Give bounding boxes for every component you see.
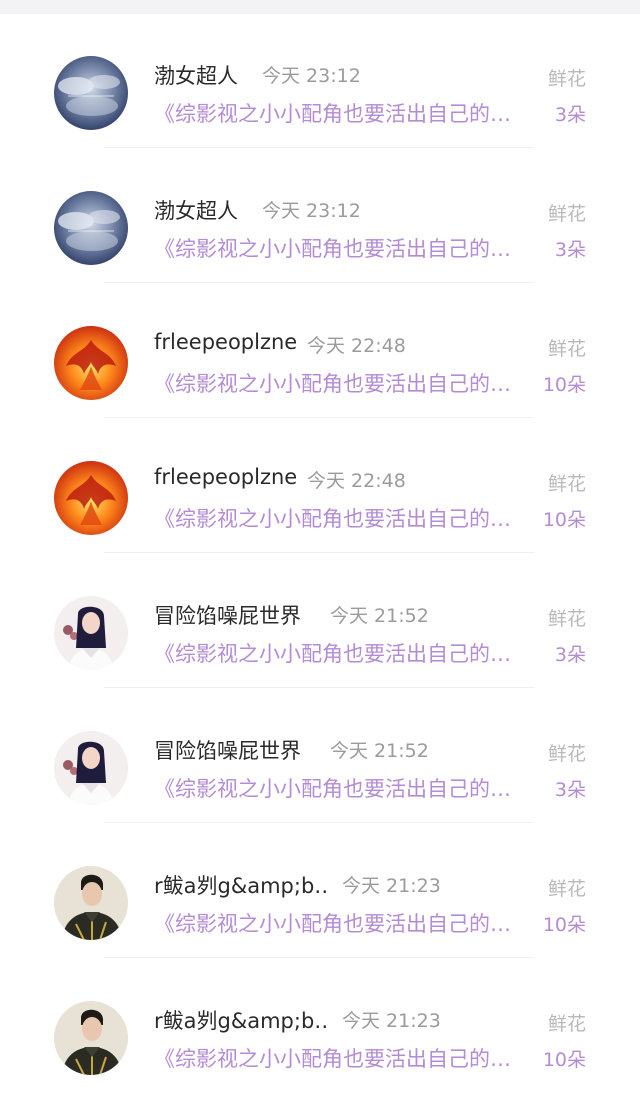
gift-count: 3朵 [554,239,586,261]
phoenix-avatar[interactable] [54,326,128,400]
book-title-link[interactable]: 《综影视之小小配角也要活出自己的精彩》 [154,233,530,263]
gift-type-label: 鲜花 [547,1013,586,1035]
gift-count: 3朵 [554,104,586,126]
user-name: r鲅a刿g&amp;b… [154,874,329,898]
user-name: frleepeoplzne [154,330,298,354]
man-portrait-avatar[interactable] [54,1001,128,1075]
divider [104,687,534,688]
book-title-link[interactable]: 《综影视之小小配角也要活出自己的精彩》 [154,908,530,938]
user-name: frleepeoplzne [154,465,298,489]
gift-count: 3朵 [554,779,586,801]
book-title-link[interactable]: 《综影视之小小配角也要活出自己的精彩》 [154,368,530,398]
man-portrait-avatar[interactable] [54,866,128,940]
gift-type-label: 鲜花 [547,203,586,225]
book-title-link[interactable]: 《综影视之小小配角也要活出自己的精彩》 [154,503,530,533]
sky-clouds-avatar[interactable] [54,191,128,265]
gift-count: 10朵 [542,374,586,396]
book-title-link[interactable]: 《综影视之小小配角也要活出自己的精彩》 [154,1043,530,1073]
gift-type-label: 鲜花 [547,338,586,360]
list-item[interactable]: 渤女超人 今天 23:12 《综影视之小小配角也要活出自己的精彩》 鲜花 3朵 [0,149,640,284]
sky-clouds-avatar[interactable] [54,56,128,130]
gift-type-label: 鲜花 [547,473,586,495]
user-name: 渤女超人 [154,199,238,223]
list-item[interactable]: 渤女超人 今天 23:12 《综影视之小小配角也要活出自己的精彩》 鲜花 3朵 [0,14,640,149]
timestamp: 今天 23:12 [262,200,361,222]
timestamp: 今天 21:23 [342,1010,441,1032]
gift-count: 10朵 [542,914,586,936]
user-name: 冒险馅噪屁世界 [154,604,301,628]
user-name: 渤女超人 [154,64,238,88]
divider [104,822,534,823]
list-item[interactable]: 冒险馅噪屁世界 今天 21:52 《综影视之小小配角也要活出自己的精彩》 鲜花 … [0,689,640,824]
list-item[interactable]: frleepeoplzne 今天 22:48 《综影视之小小配角也要活出自己的精… [0,284,640,419]
phoenix-avatar[interactable] [54,461,128,535]
user-name: r鲅a刿g&amp;b… [154,1009,329,1033]
gift-type-label: 鲜花 [547,608,586,630]
divider [104,957,534,958]
divider [104,147,534,148]
list-item[interactable]: r鲅a刿g&amp;b… 今天 21:23 《综影视之小小配角也要活出自己的精彩… [0,824,640,959]
divider [104,552,534,553]
woman-portrait-avatar[interactable] [54,596,128,670]
gift-type-label: 鲜花 [547,743,586,765]
list-item[interactable]: 冒险馅噪屁世界 今天 21:52 《综影视之小小配角也要活出自己的精彩》 鲜花 … [0,554,640,689]
book-title-link[interactable]: 《综影视之小小配角也要活出自己的精彩》 [154,98,530,128]
timestamp: 今天 21:23 [342,875,441,897]
gift-type-label: 鲜花 [547,878,586,900]
divider [104,417,534,418]
gift-record-list: 渤女超人 今天 23:12 《综影视之小小配角也要活出自己的精彩》 鲜花 3朵 [0,14,640,1094]
book-title-link[interactable]: 《综影视之小小配角也要活出自己的精彩》 [154,773,530,803]
list-item[interactable]: r鲅a刿g&amp;b… 今天 21:23 《综影视之小小配角也要活出自己的精彩… [0,959,640,1094]
user-name: 冒险馅噪屁世界 [154,739,301,763]
gift-count: 10朵 [542,1049,586,1071]
gift-type-label: 鲜花 [547,68,586,90]
timestamp: 今天 22:48 [307,470,406,492]
top-status-strip [0,0,640,14]
gift-count: 10朵 [542,509,586,531]
divider [104,282,534,283]
timestamp: 今天 23:12 [262,65,361,87]
timestamp: 今天 21:52 [330,605,429,627]
woman-portrait-avatar[interactable] [54,731,128,805]
book-title-link[interactable]: 《综影视之小小配角也要活出自己的精彩》 [154,638,530,668]
timestamp: 今天 21:52 [330,740,429,762]
gift-count: 3朵 [554,644,586,666]
timestamp: 今天 22:48 [307,335,406,357]
list-item[interactable]: frleepeoplzne 今天 22:48 《综影视之小小配角也要活出自己的精… [0,419,640,554]
